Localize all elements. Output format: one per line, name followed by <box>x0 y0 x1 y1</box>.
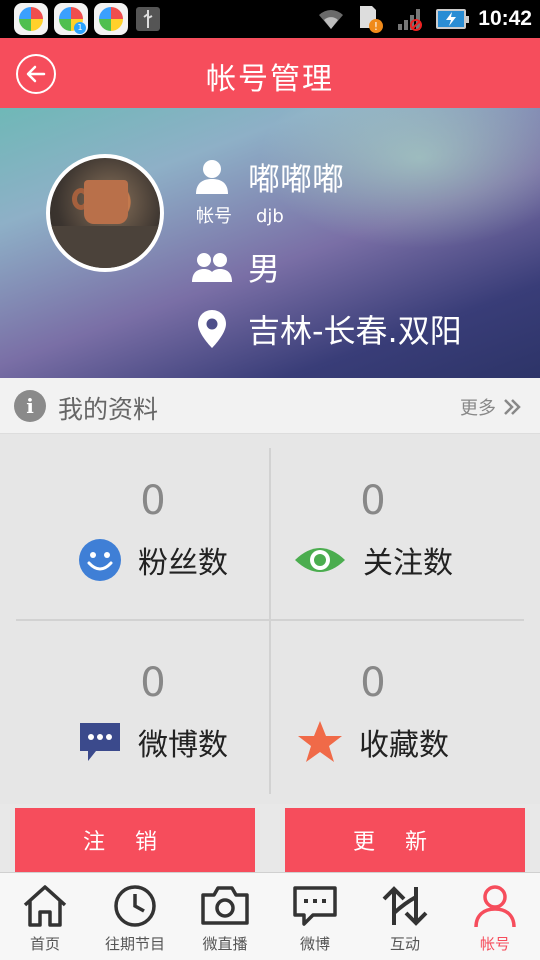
tab-label: 微博 <box>299 935 330 953</box>
app-header: 帐号管理 <box>0 38 540 108</box>
profile-banner: 嘟嘟嘟 帐号 djb 男 吉林-长春.双阳 <box>0 108 540 378</box>
account-value: djb <box>256 206 284 227</box>
gender: 男 <box>248 250 281 288</box>
tab-label: 帐号 <box>479 935 510 953</box>
swap-arrows-icon <box>382 886 428 926</box>
stat-label: 微博数 <box>138 728 228 763</box>
gender-icon <box>192 247 232 287</box>
usb-icon <box>136 7 160 31</box>
camera-icon <box>201 886 249 925</box>
tab-interaction[interactable]: 互动 <box>360 873 450 960</box>
tab-label: 往期节目 <box>104 935 165 953</box>
update-button[interactable]: 更新 <box>285 808 525 874</box>
more-link[interactable]: 更多 <box>460 394 526 420</box>
stat-label: 关注数 <box>363 546 453 581</box>
double-chevron-right-icon <box>504 399 521 415</box>
wifi-icon <box>319 10 344 29</box>
svg-text:!: ! <box>374 20 378 33</box>
bottom-tab-bar: 首页 往期节目 微直播 微博 互动 帐号 <box>0 872 540 960</box>
speech-bubble-icon <box>80 723 120 761</box>
account-info: 帐号 djb <box>196 202 308 228</box>
account-label: 帐号 <box>196 206 232 227</box>
stat-following[interactable]: 0 关注数 <box>238 434 508 616</box>
stats-grid: 0 粉丝数 0 关注数 0 微博数 0 收藏数 <box>0 434 540 804</box>
stat-label: 收藏数 <box>359 728 449 763</box>
user-icon <box>192 157 232 197</box>
smiley-icon <box>79 539 121 581</box>
tab-home[interactable]: 首页 <box>0 873 90 960</box>
sd-card-warning-icon: ! <box>360 6 384 33</box>
home-icon <box>23 885 67 927</box>
tab-weibo[interactable]: 微博 <box>270 873 360 960</box>
my-profile-section-header: i 我的资料 更多 <box>0 378 540 434</box>
page-title: 帐号管理 <box>206 62 334 97</box>
clock-time: 10:42 <box>478 7 532 30</box>
star-icon <box>298 721 342 762</box>
location-row: 吉林-长春.双阳 <box>192 306 462 352</box>
person-icon <box>474 885 516 928</box>
chat-icon <box>293 886 337 926</box>
tab-label: 互动 <box>389 935 420 953</box>
app-notification-icon <box>14 3 48 35</box>
tab-account[interactable]: 帐号 <box>450 873 540 960</box>
location-pin-icon <box>192 309 232 349</box>
stat-value: 0 <box>360 660 386 706</box>
stat-label: 粉丝数 <box>138 546 228 581</box>
eye-icon <box>295 548 345 572</box>
signal-icon <box>398 9 423 31</box>
section-title: 我的资料 <box>58 395 159 424</box>
nickname: 嘟嘟嘟 <box>248 160 345 198</box>
avatar[interactable] <box>46 154 164 272</box>
tab-label: 首页 <box>29 935 60 953</box>
location: 吉林-长春.双阳 <box>248 312 462 350</box>
tab-past-programs[interactable]: 往期节目 <box>90 873 180 960</box>
more-label: 更多 <box>460 398 496 419</box>
stat-favorites[interactable]: 0 收藏数 <box>238 616 508 798</box>
status-bar: 1 ! 10:42 <box>0 0 540 38</box>
app-notification-icon: 1 <box>54 3 88 35</box>
gender-row: 男 <box>192 244 280 290</box>
stat-value: 0 <box>360 478 386 524</box>
battery-icon <box>436 9 470 29</box>
tab-label: 微直播 <box>202 935 248 953</box>
logout-button[interactable]: 注销 <box>15 808 255 874</box>
nickname-row: 嘟嘟嘟 <box>192 154 344 200</box>
app-notification-icon <box>94 3 128 35</box>
notification-badge: 1 <box>74 22 86 34</box>
clock-icon <box>114 885 156 927</box>
tab-live[interactable]: 微直播 <box>180 873 270 960</box>
info-icon: i <box>14 390 46 422</box>
